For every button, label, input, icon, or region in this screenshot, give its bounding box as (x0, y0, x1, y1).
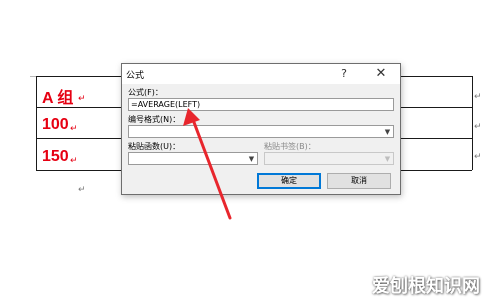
close-button[interactable]: ✕ (372, 66, 390, 82)
table-border (472, 76, 473, 170)
paragraph-mark: ↵ (70, 156, 78, 166)
chevron-down-icon[interactable]: ▼ (382, 126, 393, 137)
formula-dialog: 公式 ? ✕ 公式(F)： =AVERAGE(LEFT) 编号格式(N)： ▼ … (121, 63, 401, 195)
dialog-titlebar[interactable]: 公式 ? ✕ (122, 64, 400, 84)
paste-function-label: 粘贴函数(U)： (128, 142, 181, 151)
formula-input[interactable]: =AVERAGE(LEFT) (128, 98, 394, 111)
chevron-down-icon[interactable]: ▼ (246, 153, 257, 164)
formula-label: 公式(F)： (128, 88, 163, 97)
dialog-title: 公式 (126, 71, 145, 81)
cancel-button[interactable]: 取消 (327, 173, 391, 189)
table-cell-row3[interactable]: 150 (42, 148, 69, 166)
table-cell-row1[interactable]: A 组 (42, 84, 73, 108)
paragraph-mark: ↵ (70, 124, 78, 134)
row-end-mark: ↵ (474, 92, 482, 102)
number-format-label: 编号格式(N)： (128, 115, 181, 124)
watermark: 爱刨根知识网 (372, 276, 480, 297)
paste-bookmark-label: 粘贴书签(B)： (264, 142, 316, 151)
help-button[interactable]: ? (336, 66, 352, 82)
row-end-mark: ↵ (474, 152, 482, 162)
paragraph-mark: ↵ (78, 185, 86, 195)
table-border (36, 76, 37, 170)
paste-bookmark-select[interactable]: ▼ (264, 152, 394, 165)
paste-function-select[interactable]: ▼ (128, 152, 258, 165)
chevron-down-icon[interactable]: ▼ (382, 153, 393, 164)
ok-button[interactable]: 确定 (257, 173, 321, 189)
number-format-select[interactable]: ▼ (128, 125, 394, 138)
table-cell-row2[interactable]: 100 (42, 116, 69, 134)
row-end-mark: ↵ (474, 122, 482, 132)
paragraph-mark: ↵ (78, 94, 86, 104)
